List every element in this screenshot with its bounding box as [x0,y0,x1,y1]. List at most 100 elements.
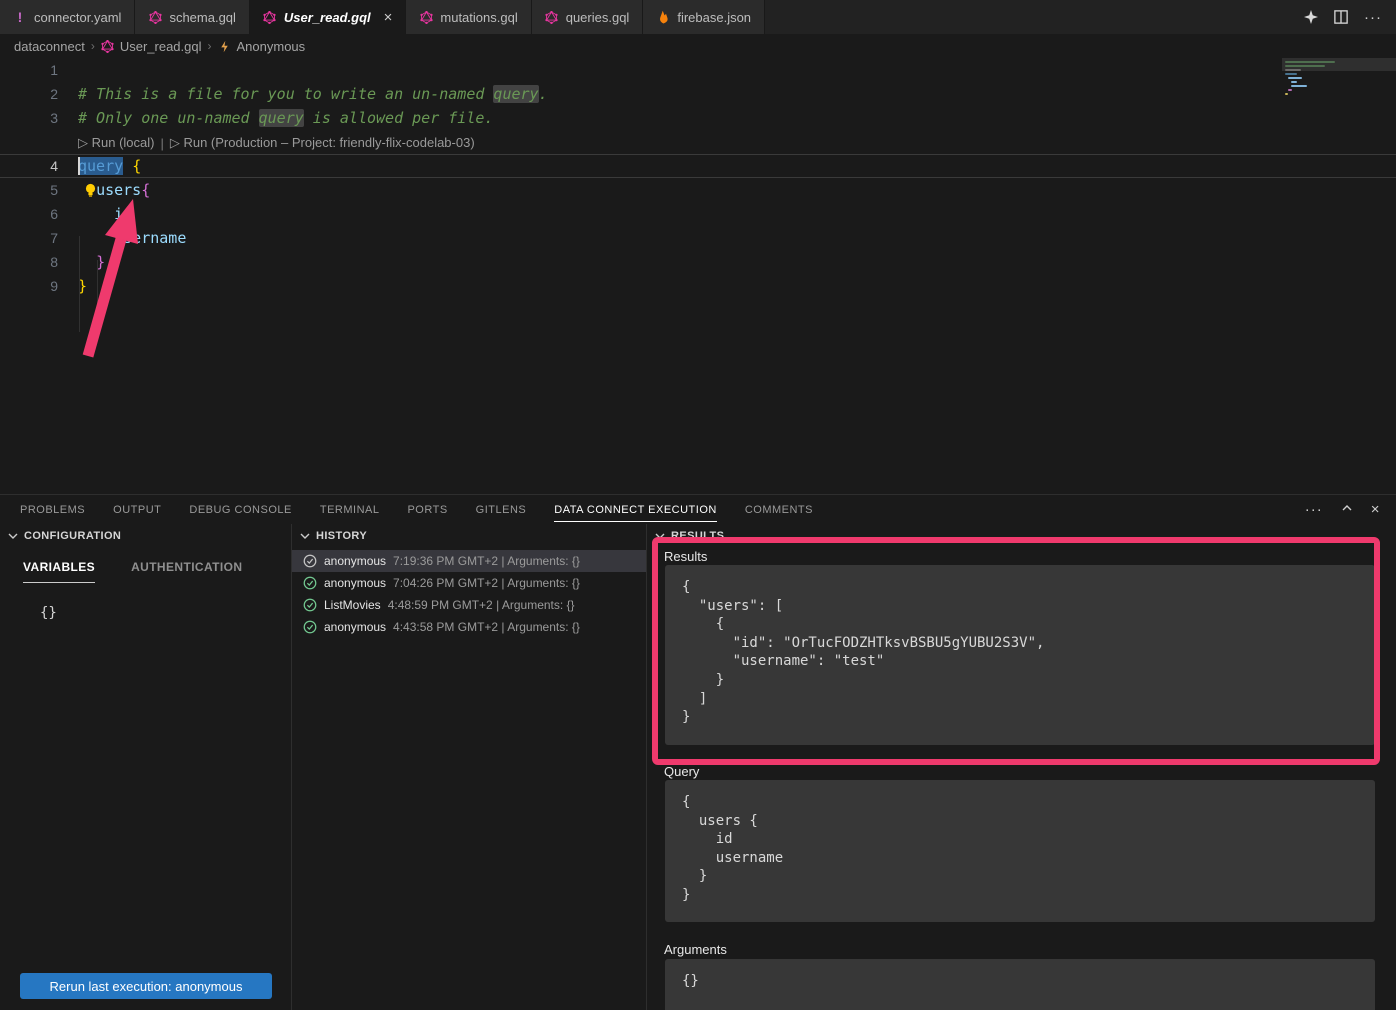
configuration-section: CONFIGURATION VARIABLES AUTHENTICATION {… [0,524,292,1010]
line-content: # This is a file for you to write an un-… [78,85,548,103]
panel-tab-comments[interactable]: COMMENTS [745,498,813,522]
history-item-name: anonymous [324,576,386,590]
editor-line-9[interactable]: 9} [0,274,1396,298]
editor-line-5[interactable]: 5 users{ [0,178,1396,202]
history-item-name: anonymous [324,620,386,634]
history-item-meta: 4:43:58 PM GMT+2 | Arguments: {} [393,620,580,634]
editor-line-6[interactable]: 6 id [0,202,1396,226]
line-number: 1 [0,62,58,78]
panel-tab-terminal[interactable]: TERMINAL [320,498,380,522]
minimap[interactable] [1282,58,1396,168]
editor-tab-user_read-gql[interactable]: User_read.gql × [250,0,406,34]
codelens: ▷ Run (local) | ▷ Run (Production – Projec… [0,130,1396,154]
lightbulb-icon[interactable] [84,183,97,198]
history-header[interactable]: HISTORY [292,524,646,548]
configuration-title: CONFIGURATION [24,530,121,542]
rerun-last-execution-button[interactable]: Rerun last execution: anonymous [20,973,272,999]
tab-label: User_read.gql [284,10,371,25]
breadcrumb-item[interactable]: dataconnect [14,39,85,54]
results-json[interactable]: { "users": [ { "id": "OrTucFODZHTksvBSBU… [665,565,1375,745]
text-cursor [78,157,80,175]
results-section: RESULTS Results { "users": [ { "id": "Or… [647,524,1396,1010]
line-number: 2 [0,86,58,102]
bottom-panel: PROBLEMS OUTPUT DEBUG CONSOLE TERMINAL PORTS… [0,494,1396,1010]
history-item[interactable]: ListMovies4:48:59 PM GMT+2 | Arguments: … [292,594,646,616]
panel-tab-problems[interactable]: PROBLEMS [20,498,85,522]
tab-label: schema.gql [169,10,235,25]
chevron-up-icon[interactable] [1341,502,1353,517]
breadcrumb-separator: › [91,39,95,53]
tab-authentication[interactable]: AUTHENTICATION [131,560,242,583]
editor-tab-queries-gql[interactable]: queries.gql [532,0,644,34]
editor-line-3[interactable]: 3 # Only one un-named query is allowed pe… [0,106,1396,130]
history-item-meta: 7:04:26 PM GMT+2 | Arguments: {} [393,576,580,590]
split-editor-icon[interactable] [1334,10,1348,24]
graphql-icon [419,10,433,24]
codelens-separator: | [160,136,163,151]
sparkle-icon[interactable] [1304,10,1318,24]
graphql-icon [545,10,559,24]
tab-label: firebase.json [677,10,751,25]
line-content: # Only one un-named query is allowed per… [78,109,493,127]
graphql-icon [263,10,277,24]
tab-label: mutations.gql [440,10,517,25]
editor-line-4[interactable]: 4query { [0,154,1396,178]
arguments-code[interactable]: {} [665,959,1375,1010]
panel-tab-ports[interactable]: PORTS [407,498,447,522]
operation-icon [218,40,231,53]
results-header[interactable]: RESULTS [647,524,1396,548]
configuration-header[interactable]: CONFIGURATION [0,524,291,548]
editor-line-7[interactable]: 7 username [0,226,1396,250]
history-item-meta: 7:19:36 PM GMT+2 | Arguments: {} [393,554,580,568]
close-icon[interactable]: × [384,10,393,25]
panel-tab-output[interactable]: OUTPUT [113,498,161,522]
codelens-run-production[interactable]: ▷ Run (Production – Project: friendly-fl… [170,135,475,151]
line-content: } [78,253,105,271]
editor-tab-mutations-gql[interactable]: mutations.gql [406,0,531,34]
variables-editor[interactable]: {} [0,583,291,621]
editor-line-8[interactable]: 8 } [0,250,1396,274]
line-content: id [78,205,132,223]
panel-tab-data-connect-execution[interactable]: DATA CONNECT EXECUTION [554,498,717,522]
breadcrumb-separator: › [208,39,212,53]
history-item[interactable]: anonymous 7:19:36 PM GMT+2 | Arguments: {… [292,550,646,572]
yaml-warning-icon: ! [13,10,27,24]
panel-tab-debug-console[interactable]: DEBUG CONSOLE [189,498,291,522]
line-number: 3 [0,110,58,126]
graphql-icon [148,10,162,24]
more-actions-icon[interactable]: ··· [1364,9,1382,26]
query-code[interactable]: { users { id username } } [665,780,1375,922]
editor-line-2[interactable]: 2 # This is a file for you to write an un… [0,82,1396,106]
history-item-meta: 4:48:59 PM GMT+2 | Arguments: {} [388,598,575,612]
chevron-down-icon [300,531,310,541]
history-item-name: anonymous [324,554,386,568]
breadcrumb-item[interactable]: Anonymous [237,39,306,54]
line-content: username [78,229,186,247]
results-label: Results [664,549,707,564]
check-circle-icon [303,576,317,590]
codelens-run-local[interactable]: ▷ Run (local) [78,135,154,151]
indent-guide [79,236,80,332]
editor-tab-schema-gql[interactable]: schema.gql [135,0,249,34]
code-editor[interactable]: 1 2 # This is a file for you to write an u… [0,58,1396,494]
editor-tab-connector-yaml[interactable]: ! connector.yaml [0,0,135,34]
line-content: query { [78,157,141,175]
tab-variables[interactable]: VARIABLES [23,560,95,583]
editor-tab-firebase-json[interactable]: firebase.json [643,0,765,34]
firebase-icon [656,10,670,24]
check-circle-icon [303,620,317,634]
editor-line-1[interactable]: 1 [0,58,1396,82]
tab-label: connector.yaml [34,10,121,25]
history-item[interactable]: anonymous 4:43:58 PM GMT+2 | Arguments: {… [292,616,646,638]
panel-tab-bar: PROBLEMS OUTPUT DEBUG CONSOLE TERMINAL PORTS… [0,495,1396,524]
editor-tab-bar: ! connector.yaml schema.gql User_read.gql × m… [0,0,1396,34]
indent-guide [97,260,98,308]
results-title: RESULTS [671,530,724,542]
line-number: 5 [0,182,58,198]
close-panel-icon[interactable]: × [1371,501,1380,518]
tab-label: queries.gql [566,10,630,25]
history-item[interactable]: anonymous 7:04:26 PM GMT+2 | Arguments: {… [292,572,646,594]
panel-tab-gitlens[interactable]: GITLENS [476,498,527,522]
panel-more-actions-icon[interactable]: ··· [1305,501,1323,518]
breadcrumb-item[interactable]: User_read.gql [120,39,202,54]
